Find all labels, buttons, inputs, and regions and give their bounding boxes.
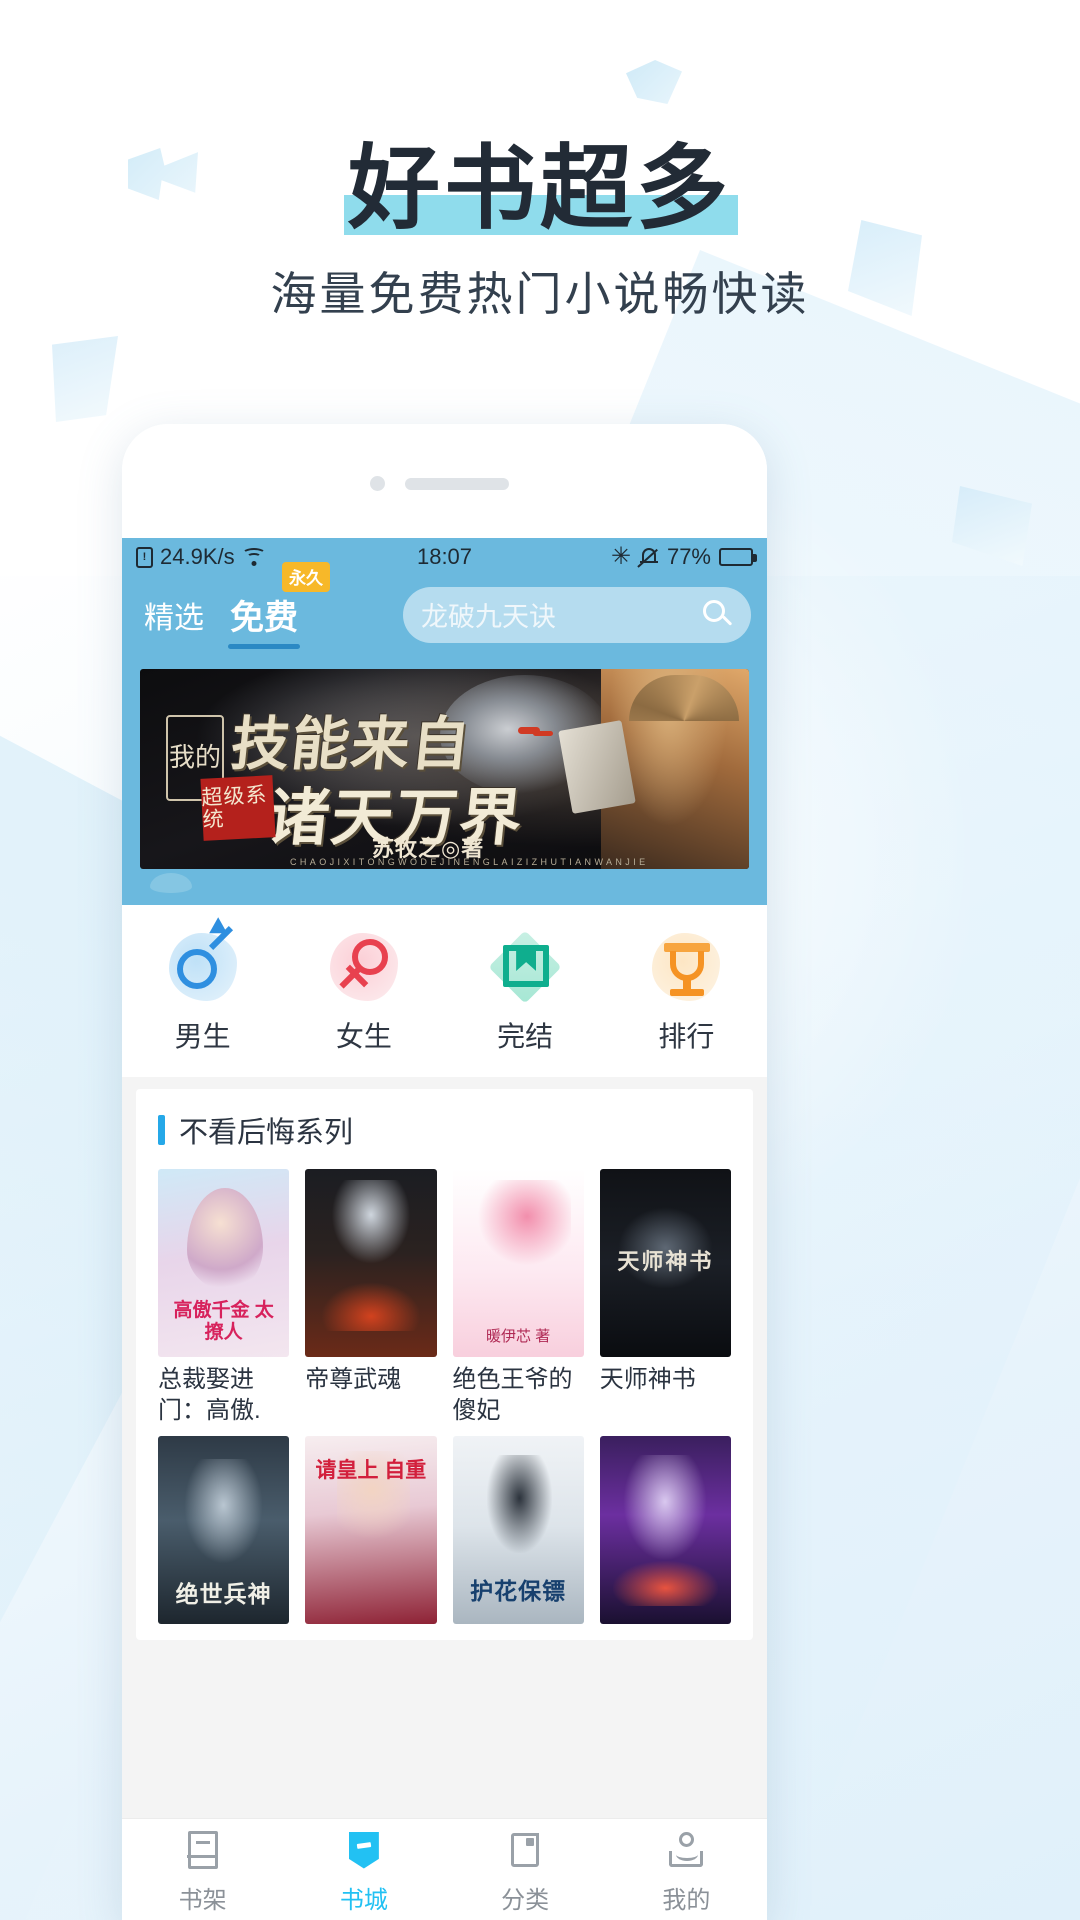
phone-mockup: ! 24.9K/s 18:07 ✳ 77% 精选 永久 免费 龙破九天诀 我的 …	[122, 424, 767, 1920]
bluetooth-icon: ✳	[610, 543, 631, 570]
female-symbol-icon	[328, 931, 400, 1003]
book-item[interactable]: 总裁娶进门：高傲.	[150, 1169, 297, 1436]
fish-decoration-icon	[150, 873, 192, 893]
search-input[interactable]: 龙破九天诀	[403, 586, 751, 643]
book-item[interactable]	[445, 1436, 592, 1634]
banner-carousel[interactable]: 我的 技能来自 诸天万界 超级系统 苏牧之◎著 CHAOJIXITONGWODE…	[122, 657, 767, 886]
book-cover[interactable]	[599, 1436, 731, 1625]
tab-category[interactable]: 分类	[445, 1829, 606, 1915]
status-bar-right: ✳ 77%	[610, 543, 757, 570]
battery-percent-label: 77%	[666, 544, 711, 569]
banner-hat-art	[629, 675, 739, 721]
ribbon-fleck-icon	[626, 60, 682, 104]
category-male[interactable]: 男生	[122, 925, 283, 1055]
book-section-card: 不看后悔系列 总裁娶进门：高傲. 帝尊武魂 绝色王爷的傻妃	[136, 1089, 753, 1641]
book-cover[interactable]	[452, 1169, 584, 1357]
person-icon	[665, 1829, 707, 1871]
top-navigation: 精选 永久 免费 龙破九天诀	[122, 562, 767, 657]
promo-headline-text: 好书超多	[347, 138, 732, 240]
tab-profile-label: 我的	[662, 1886, 711, 1914]
status-bar: ! 24.9K/s 18:07 ✳ 77%	[122, 538, 767, 576]
bell-muted-icon	[637, 546, 659, 568]
status-bar-left: ! 24.9K/s	[136, 544, 266, 570]
promo-subtitle: 海量免费热门小说畅快读	[270, 268, 810, 320]
bookstore-icon	[343, 1829, 385, 1871]
book-item[interactable]	[150, 1436, 297, 1634]
book-title: 帝尊武魂	[305, 1366, 402, 1393]
book-cover[interactable]	[305, 1436, 437, 1625]
camera-dot-icon	[370, 476, 385, 491]
book-cover[interactable]	[599, 1169, 731, 1357]
male-symbol-icon	[167, 925, 239, 1003]
category-icon	[504, 1829, 546, 1871]
ribbon-fleck-icon	[52, 336, 118, 422]
tab-featured-label: 精选	[144, 601, 204, 635]
book-cover[interactable]	[158, 1436, 290, 1625]
category-male-label: 男生	[174, 1021, 231, 1052]
tab-profile[interactable]: 我的	[606, 1829, 767, 1915]
book-item[interactable]: 天师神书	[592, 1169, 739, 1436]
category-female-label: 女生	[335, 1021, 392, 1052]
book-item[interactable]: 帝尊武魂	[297, 1169, 444, 1436]
book-item[interactable]	[297, 1436, 444, 1634]
category-completed-label: 完结	[497, 1021, 554, 1052]
wifi-icon	[241, 548, 266, 566]
section-title: 不看后悔系列	[179, 1117, 354, 1149]
search-icon[interactable]	[703, 599, 733, 630]
banner-stamp: 超级系统	[200, 775, 276, 841]
category-female[interactable]: 女生	[283, 931, 444, 1055]
promo-headline-block: 好书超多	[0, 138, 1080, 240]
phone-screen: ! 24.9K/s 18:07 ✳ 77% 精选 永久 免费 龙破九天诀 我的 …	[122, 538, 767, 1920]
banner-slide[interactable]: 我的 技能来自 诸天万界 超级系统 苏牧之◎著 CHAOJIXITONGWODE…	[140, 669, 749, 869]
banner-tail-strip	[122, 869, 767, 905]
tab-free[interactable]: 永久 免费	[224, 562, 330, 649]
open-book-icon	[488, 930, 562, 1004]
book-item[interactable]: 绝色王爷的傻妃	[445, 1169, 592, 1436]
tab-bookstore[interactable]: 书城	[283, 1829, 444, 1915]
book-grid: 总裁娶进门：高傲. 帝尊武魂 绝色王爷的傻妃 天师神书	[136, 1169, 753, 1634]
tab-free-label: 免费	[230, 599, 298, 637]
tab-bookshelf[interactable]: 书架	[122, 1829, 283, 1915]
category-ranking[interactable]: 排行	[606, 931, 767, 1055]
section-header: 不看后悔系列	[136, 1109, 753, 1169]
bookshelf-icon	[182, 1829, 224, 1871]
tab-category-label: 分类	[501, 1886, 550, 1914]
network-speed-label: 24.9K/s	[160, 544, 235, 569]
category-completed[interactable]: 完结	[445, 930, 606, 1055]
trophy-icon	[650, 931, 722, 1003]
phone-earpiece-area	[122, 424, 767, 538]
book-title: 绝色王爷的傻妃	[452, 1366, 573, 1424]
promo-headline: 好书超多	[343, 138, 738, 240]
battery-icon	[719, 548, 757, 566]
tab-active-underline	[228, 644, 300, 649]
earpiece-speaker-icon	[405, 478, 509, 490]
category-ranking-label: 排行	[658, 1021, 715, 1052]
sim-card-icon: !	[136, 546, 153, 568]
book-list-area: 不看后悔系列 总裁娶进门：高傲. 帝尊武魂 绝色王爷的傻妃	[122, 1077, 767, 1818]
permanent-badge: 永久	[282, 562, 330, 592]
tab-bookstore-label: 书城	[339, 1886, 388, 1914]
section-accent-bar	[158, 1115, 165, 1145]
banner-pinyin: CHAOJIXITONGWODEJINENGLAIZIZHUTIANWANJIE	[290, 857, 649, 867]
book-cover[interactable]	[158, 1169, 290, 1357]
tab-featured[interactable]: 精选	[138, 589, 210, 641]
book-title: 天师神书	[599, 1366, 696, 1393]
category-shortcuts: 男生 女生 完结 排行	[122, 905, 767, 1077]
tab-bookshelf-label: 书架	[178, 1886, 227, 1914]
search-query-text: 龙破九天诀	[421, 602, 556, 632]
bottom-tab-bar: 书架 书城 分类 我的	[122, 1818, 767, 1920]
book-cover[interactable]	[305, 1169, 437, 1357]
book-cover[interactable]	[452, 1436, 584, 1625]
book-item[interactable]	[592, 1436, 739, 1634]
book-title: 总裁娶进门：高傲.	[158, 1366, 261, 1424]
